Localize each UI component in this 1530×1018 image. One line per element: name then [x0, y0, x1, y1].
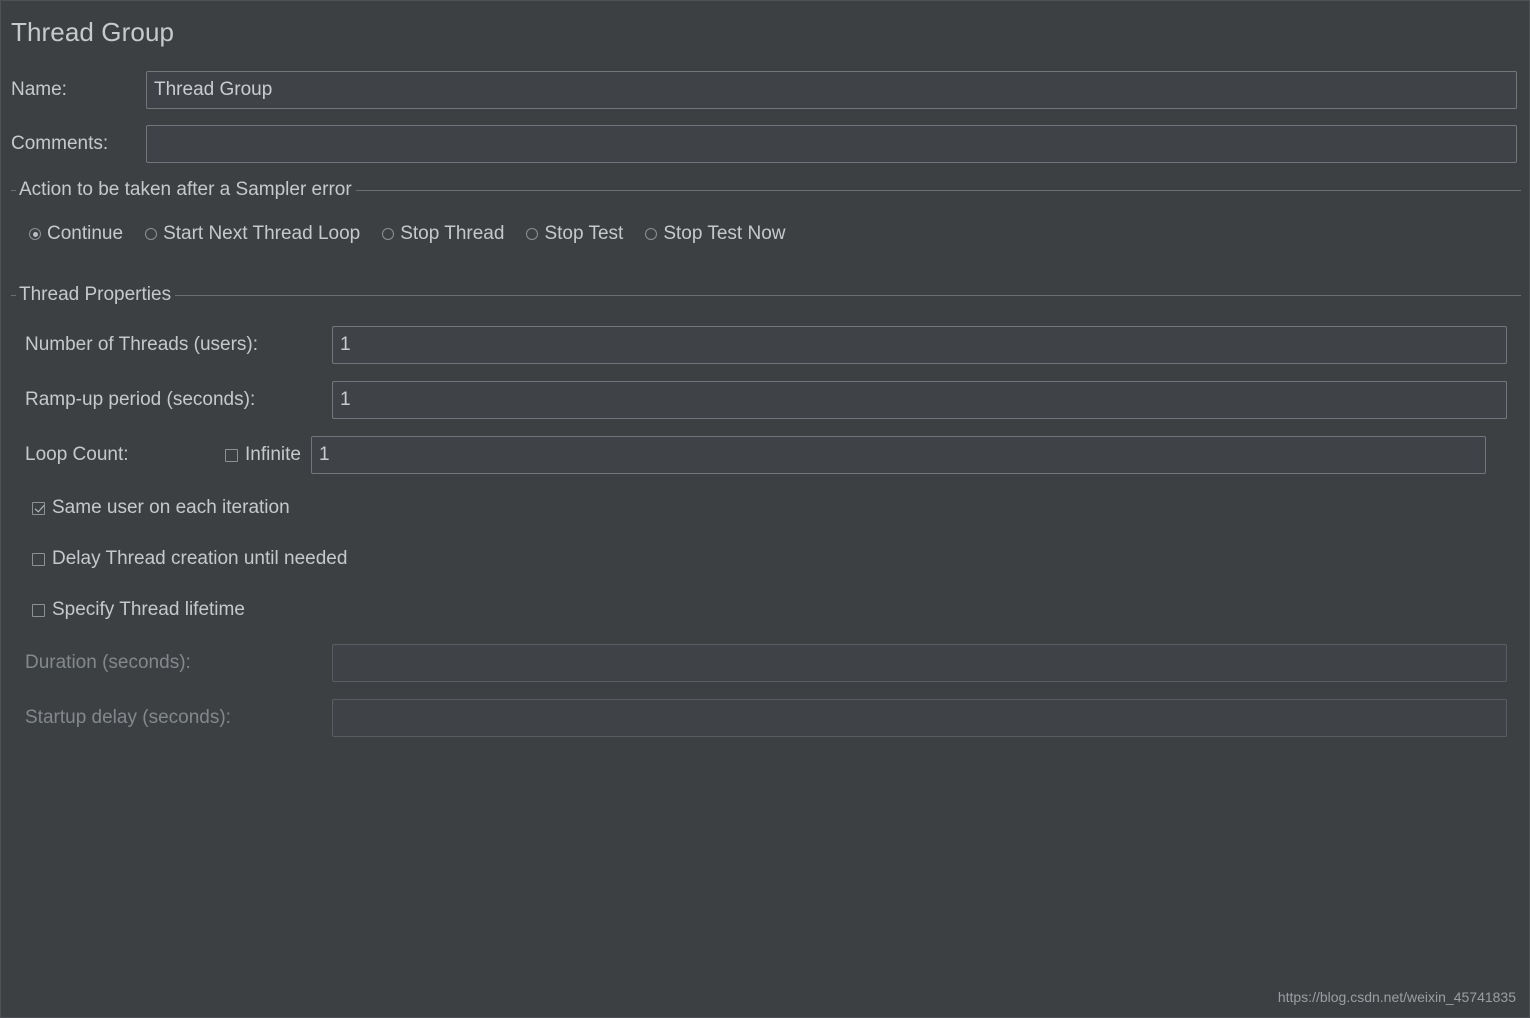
checkbox-icon — [32, 501, 45, 515]
radio-icon — [526, 228, 539, 240]
radio-continue[interactable]: Continue — [29, 223, 123, 245]
specify-thread-lifetime-checkbox[interactable]: Specify Thread lifetime — [32, 599, 245, 621]
infinite-checkbox[interactable]: Infinite — [225, 444, 301, 466]
sampler-error-radio-group: Continue Start Next Thread Loop Stop Thr… — [29, 223, 785, 245]
radio-stop-test-now-label: Stop Test Now — [663, 223, 786, 244]
radio-stop-test-label: Stop Test — [544, 223, 624, 244]
radio-start-next-thread-loop[interactable]: Start Next Thread Loop — [145, 223, 360, 245]
ramp-up-label: Ramp-up period (seconds): — [25, 389, 256, 410]
number-of-threads-input[interactable] — [332, 326, 1507, 364]
radio-icon — [145, 228, 158, 240]
sampler-error-group-label: Action to be taken after a Sampler error — [19, 179, 352, 200]
group-tick — [11, 294, 16, 296]
group-separator-line — [355, 189, 1521, 191]
specify-thread-lifetime-label: Specify Thread lifetime — [52, 599, 245, 620]
ramp-up-row: Ramp-up period (seconds): — [25, 381, 1507, 419]
ramp-up-input[interactable] — [332, 381, 1507, 419]
infinite-label: Infinite — [245, 444, 301, 465]
comments-row: Comments: — [11, 125, 1517, 163]
group-tick — [11, 189, 16, 191]
checkbox-icon — [32, 552, 45, 566]
radio-stop-test[interactable]: Stop Test — [526, 223, 623, 245]
group-separator-line — [175, 294, 1521, 296]
watermark: https://blog.csdn.net/weixin_45741835 — [1277, 989, 1516, 1005]
radio-start-next-thread-loop-label: Start Next Thread Loop — [163, 223, 361, 244]
duration-label: Duration (seconds): — [25, 652, 191, 673]
delay-thread-creation-label: Delay Thread creation until needed — [52, 548, 348, 569]
loop-count-input[interactable] — [310, 436, 1486, 474]
comments-input[interactable] — [146, 125, 1517, 163]
thread-properties-group-title: Thread Properties — [11, 284, 1521, 306]
comments-label: Comments: — [11, 133, 109, 154]
startup-delay-row: Startup delay (seconds): — [25, 699, 1507, 737]
number-of-threads-label: Number of Threads (users): — [25, 334, 259, 355]
delay-thread-creation-checkbox[interactable]: Delay Thread creation until needed — [32, 548, 347, 570]
loop-count-label: Loop Count: — [25, 444, 129, 465]
radio-icon — [29, 228, 41, 240]
number-of-threads-row: Number of Threads (users): — [25, 326, 1507, 364]
duration-row: Duration (seconds): — [25, 644, 1507, 682]
name-input[interactable] — [146, 71, 1517, 109]
thread-group-panel: Thread Group Name: Comments: Action to b… — [0, 0, 1530, 1018]
radio-icon — [382, 228, 395, 240]
checkbox-icon — [225, 448, 238, 462]
sampler-error-group-title: Action to be taken after a Sampler error — [11, 179, 1521, 201]
same-user-checkbox[interactable]: Same user on each iteration — [32, 497, 290, 519]
checkbox-icon — [32, 603, 45, 617]
radio-stop-thread-label: Stop Thread — [400, 223, 505, 244]
startup-delay-label: Startup delay (seconds): — [25, 707, 231, 728]
radio-stop-thread[interactable]: Stop Thread — [382, 223, 504, 245]
duration-input[interactable] — [332, 644, 1507, 682]
loop-count-row: Loop Count: Infinite — [25, 436, 1486, 474]
same-user-label: Same user on each iteration — [52, 497, 290, 518]
page-title: Thread Group — [11, 17, 175, 47]
radio-continue-label: Continue — [47, 223, 124, 244]
name-label: Name: — [11, 79, 67, 100]
thread-properties-group-label: Thread Properties — [19, 284, 172, 305]
radio-stop-test-now[interactable]: Stop Test Now — [645, 223, 785, 245]
startup-delay-input[interactable] — [332, 699, 1507, 737]
name-row: Name: — [11, 71, 1517, 109]
radio-icon — [645, 228, 658, 240]
